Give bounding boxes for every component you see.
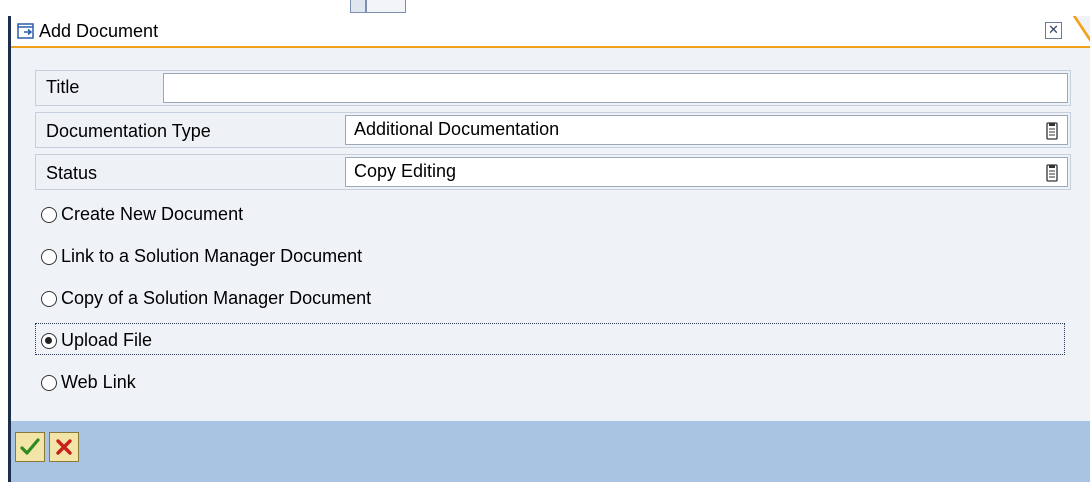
confirm-button[interactable] — [15, 432, 45, 462]
status-label: Status — [46, 163, 98, 183]
checkmark-icon — [20, 438, 40, 455]
doc-type-field[interactable]: Additional Documentation — [345, 115, 1068, 145]
radio-button[interactable] — [41, 249, 57, 265]
close-icon: ✕ — [1048, 22, 1059, 37]
cancel-button[interactable] — [49, 432, 79, 462]
value-help-icon[interactable] — [1045, 164, 1059, 182]
add-document-dialog: Add Document ✕ Title Documentation Type … — [8, 16, 1090, 482]
option-label: Copy of a Solution Manager Document — [61, 288, 372, 308]
background-control — [366, 0, 406, 13]
dialog-footer — [11, 421, 1090, 482]
option-label: Create New Document — [61, 204, 244, 224]
status-value: Copy Editing — [354, 161, 457, 181]
doc-type-value: Additional Documentation — [354, 119, 560, 139]
radio-button[interactable] — [41, 375, 57, 391]
option-label: Link to a Solution Manager Document — [61, 246, 363, 266]
option-label: Upload File — [61, 330, 153, 350]
doc-type-label: Documentation Type — [46, 121, 211, 141]
title-row: Title — [35, 70, 1071, 106]
status-field[interactable]: Copy Editing — [345, 157, 1068, 187]
titlebar-accent — [1073, 16, 1090, 46]
cancel-icon — [56, 439, 72, 455]
focus-outline — [35, 323, 1065, 355]
background-control — [350, 0, 366, 13]
radio-button[interactable] — [41, 207, 57, 223]
edit-window-icon — [17, 23, 34, 39]
dialog-title: Add Document — [39, 21, 159, 41]
option-label: Web Link — [61, 372, 136, 392]
dialog-titlebar: Add Document ✕ — [11, 16, 1090, 48]
close-button[interactable]: ✕ — [1045, 22, 1062, 39]
radio-button[interactable] — [41, 291, 57, 307]
value-help-icon[interactable] — [1045, 122, 1059, 140]
radio-button-selected[interactable] — [41, 333, 57, 349]
background-window — [0, 0, 1090, 16]
title-label: Title — [46, 77, 80, 97]
status-row: Status Copy Editing — [35, 154, 1071, 190]
title-input[interactable] — [163, 73, 1068, 103]
doc-type-row: Documentation Type Additional Documentat… — [35, 112, 1071, 148]
